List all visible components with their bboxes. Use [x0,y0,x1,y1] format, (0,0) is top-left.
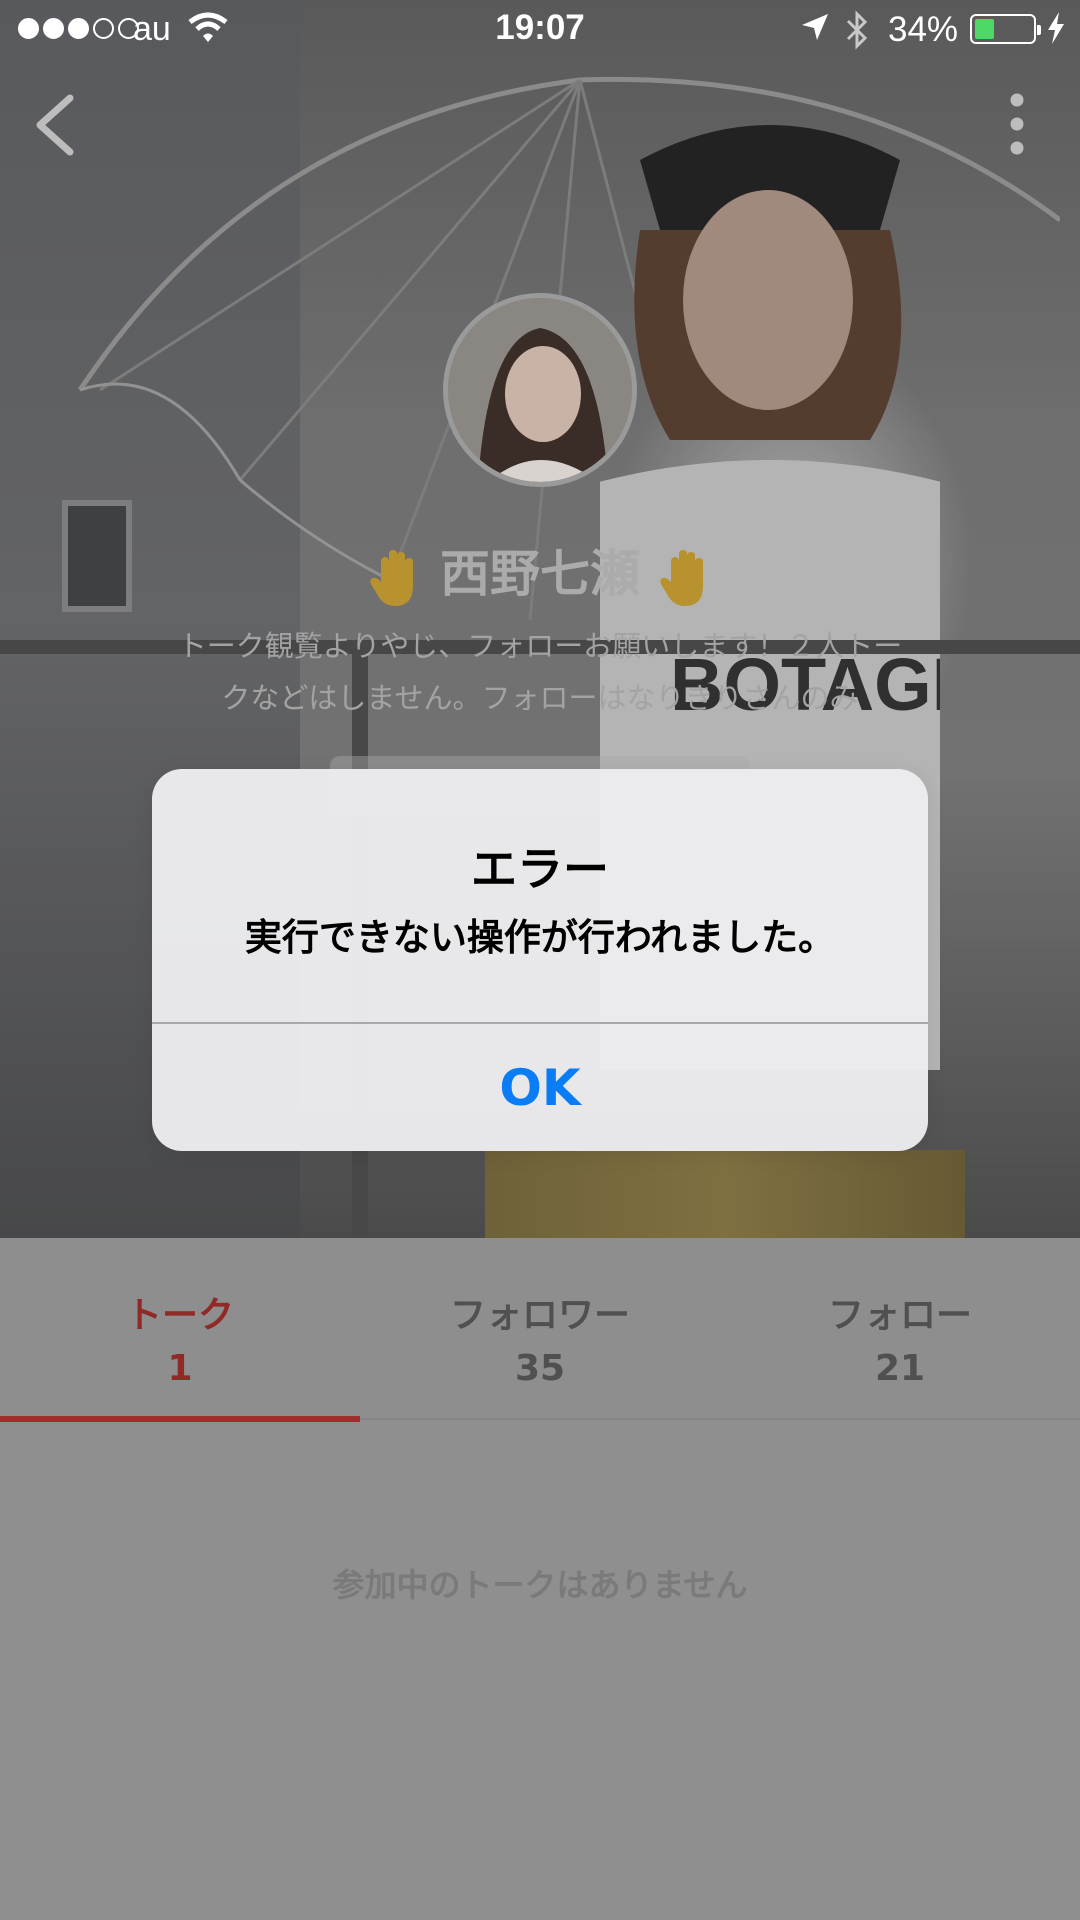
tab-label: フォロワー [449,1295,630,1336]
battery-percent: 34% [888,10,959,49]
tab-following[interactable]: フォロー 21 [720,1238,1080,1418]
profile-name: 西野七瀬 [0,534,1080,608]
tab-followers[interactable]: フォロワー 35 [360,1238,720,1418]
tab-count: 21 [874,1348,926,1389]
profile-bio-line: トーク観覧よりやじ、フォローお願いします！２人トー [177,629,903,663]
back-button[interactable] [30,90,80,160]
empty-state-message: 参加中のトークはありません [332,1566,748,1604]
alert-message: 実行できない操作が行われました。 [244,916,836,959]
raised-hand-icon [660,549,704,606]
profile-bio-line: クなどはしません。フォローはなりきりさんのみ [221,681,859,715]
back-chevron-icon [36,94,74,156]
tab-label: フォロー [827,1295,972,1336]
bluetooth-icon [846,10,868,50]
active-tab-indicator [0,1416,360,1422]
profile-name-text: 西野七瀬 [440,545,640,603]
more-options-button[interactable] [1000,92,1034,156]
tab-label: トーク [125,1295,234,1336]
tab-talk[interactable]: トーク 1 [0,1238,360,1418]
error-alert-dialog: エラー 実行できない操作が行われました。 OK [152,769,928,1151]
battery-icon [970,14,1041,44]
more-vertical-icon [1010,93,1024,155]
avatar-photo [448,298,632,482]
avatar[interactable] [443,293,637,487]
profile-tabs: トーク 1 フォロワー 35 フォロー 21 [0,1238,1080,1418]
charging-bolt-icon [1048,12,1064,44]
tab-count: 35 [514,1348,566,1389]
battery-fill [975,19,994,39]
alert-title: エラー [471,842,609,896]
status-bar: au 19:07 34% [0,0,1080,60]
raised-hand-icon [369,549,413,606]
tab-count: 1 [167,1348,193,1389]
ok-button[interactable]: OK [152,1024,928,1151]
profile-bio: トーク観覧よりやじ、フォローお願いします！２人トー クなどはしません。フォローは… [120,620,960,724]
location-arrow-icon [802,14,828,40]
